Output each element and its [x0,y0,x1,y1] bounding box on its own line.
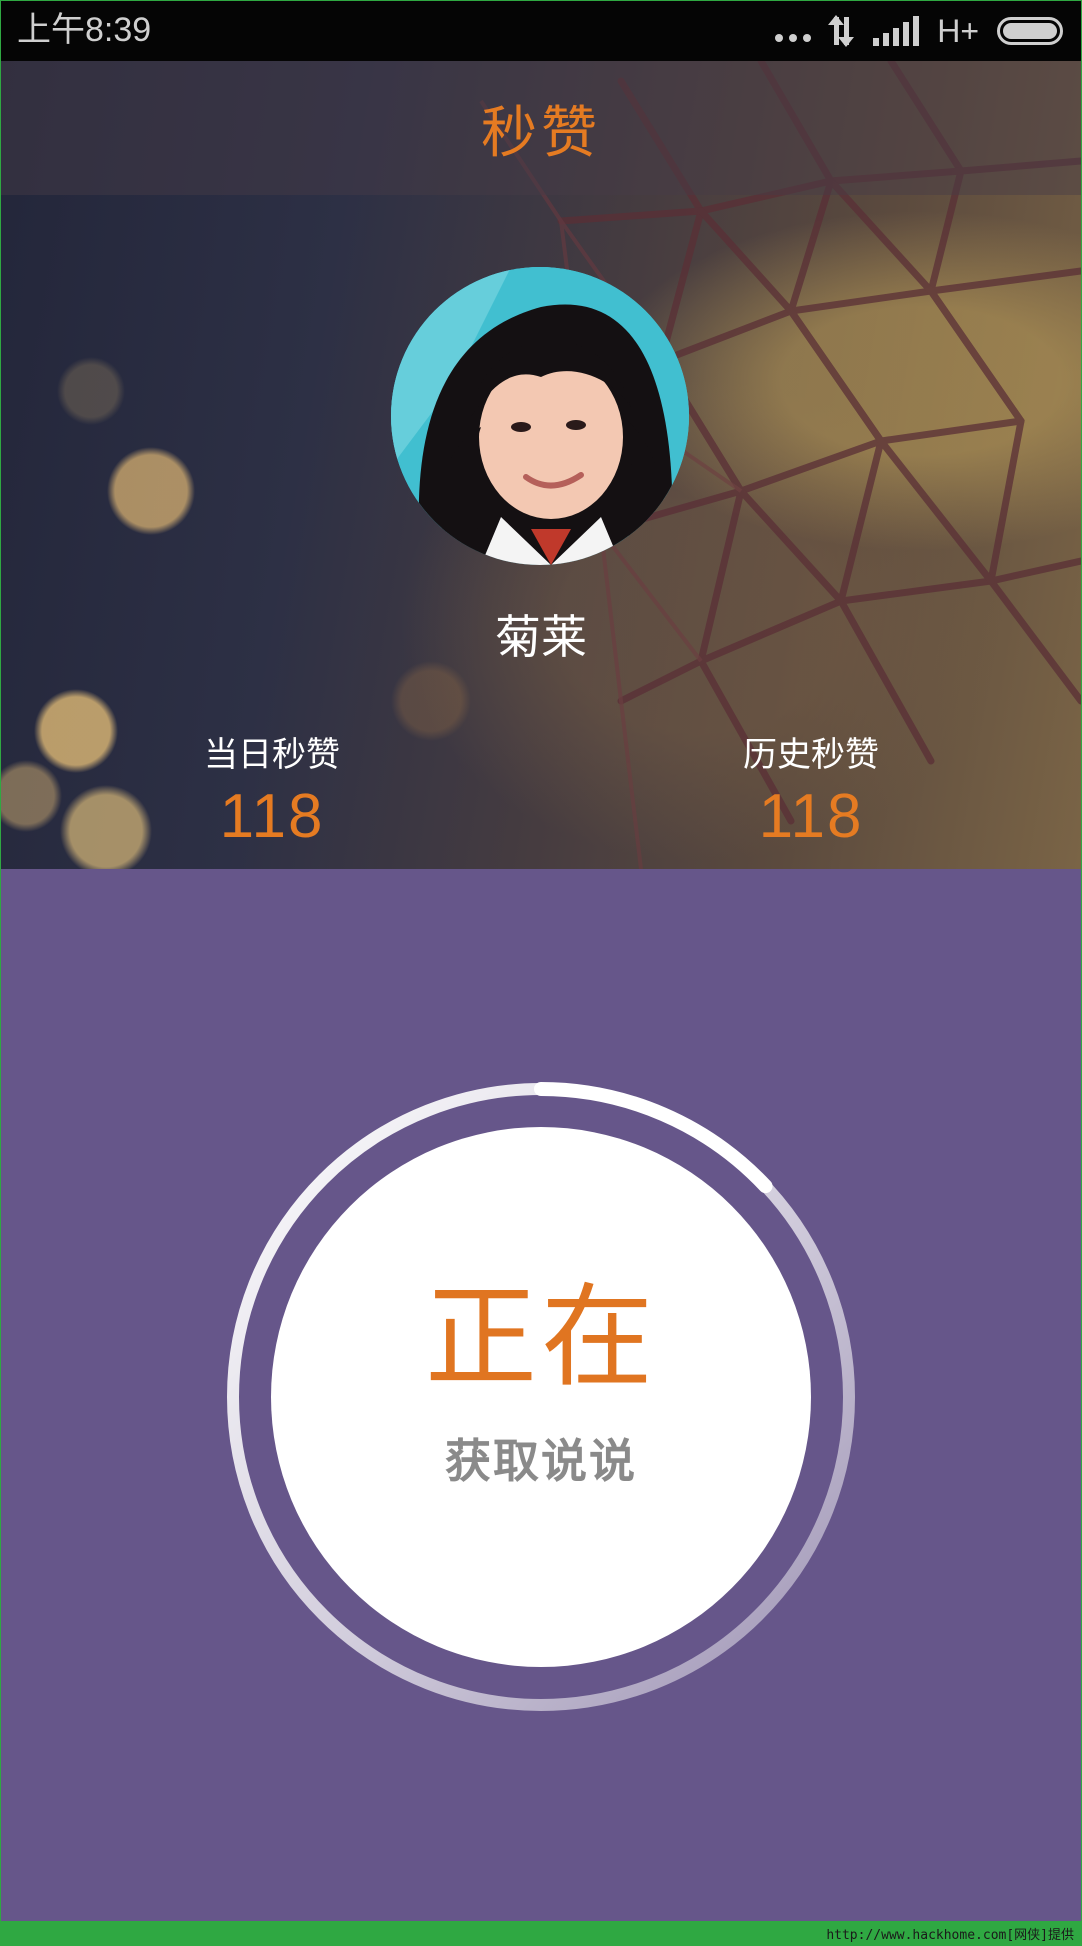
profile-header: 秒赞 菊莱 当日秒赞 118 历史秒赞 118 [1,61,1081,869]
title-bar: 秒赞 [1,61,1081,195]
username: 菊莱 [495,610,587,664]
status-bar: 上午8:39 H+ [1,1,1081,61]
battery-icon [997,17,1063,45]
status-time: 上午8:39 [17,11,152,49]
fetch-status-button[interactable]: 正在 获取说说 [271,1127,811,1667]
today-stat: 当日秒赞 118 [122,733,422,857]
history-stat-label: 历史秒赞 [743,735,879,775]
data-transfer-icon [828,15,855,47]
status-sub-text: 获取说说 [445,1434,637,1488]
page-title: 秒赞 [481,100,601,166]
history-stat-value: 118 [758,782,864,851]
app-screen: 上午8:39 H+ 秒赞 菊莱 当日秒赞 118 历史秒赞 118 正在 获取说… [1,1,1081,1921]
network-type: H+ [937,12,979,49]
today-stat-value: 118 [219,782,325,851]
signal-icon [873,16,920,46]
progress-area: 正在 获取说说 [1,869,1081,1921]
avatar[interactable] [391,267,689,565]
more-dots-icon [775,16,812,46]
watermark: http://www.hackhome.com[网侠]提供 [826,1928,1074,1943]
history-stat: 历史秒赞 118 [661,733,961,857]
status-main-text: 正在 [425,1273,657,1403]
today-stat-label: 当日秒赞 [204,735,340,775]
avatar-image [391,267,689,565]
status-icons: H+ [775,11,1063,51]
